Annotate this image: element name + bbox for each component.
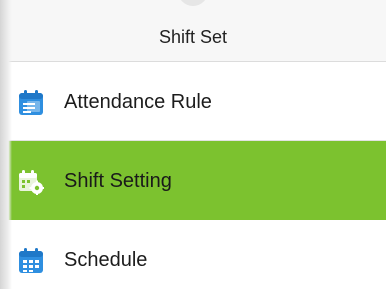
- menu-item-label: Schedule: [64, 249, 148, 271]
- page-title: Shift Set: [158, 27, 228, 47]
- device-screen: Shift Set Attendance Rule Shift Setting …: [0, 0, 386, 289]
- menu-item-schedule[interactable]: Schedule: [0, 220, 386, 289]
- menu-item-label: Attendance Rule: [64, 91, 212, 113]
- shift-setting-icon: [18, 169, 44, 195]
- left-edge-shadow: [0, 0, 12, 289]
- title-bar: Shift Set: [0, 0, 386, 62]
- schedule-calendar-icon: [18, 248, 44, 274]
- menu-item-shift-setting[interactable]: Shift Setting: [0, 141, 386, 220]
- menu-item-attendance-rule[interactable]: Attendance Rule: [0, 62, 386, 141]
- attendance-rule-icon: [18, 90, 44, 116]
- shift-set-menu: Attendance Rule Shift Setting Schedule: [0, 62, 386, 289]
- menu-item-label: Shift Setting: [64, 170, 172, 192]
